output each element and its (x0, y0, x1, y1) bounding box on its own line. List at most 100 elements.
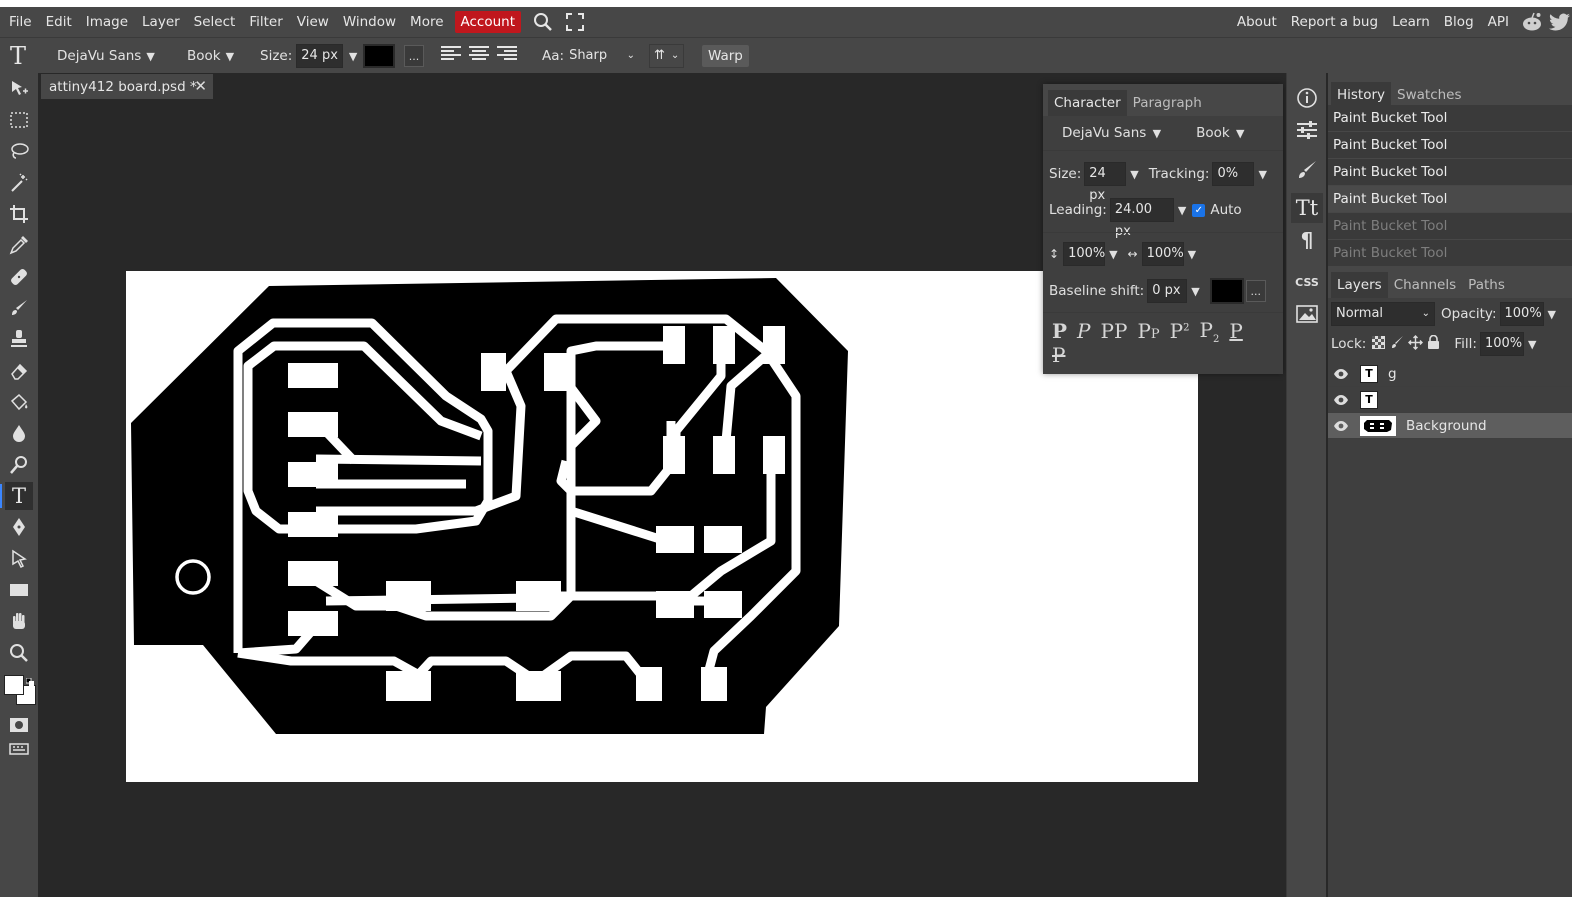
lock-transparency-icon[interactable] (1372, 335, 1386, 353)
more-options-button[interactable]: ... (404, 45, 424, 67)
horizontal-scale-input[interactable]: 100% (1141, 242, 1184, 266)
twitter-icon[interactable] (1548, 10, 1572, 34)
menu-file[interactable]: File (0, 7, 39, 37)
baseline-shift-input[interactable]: 0 px (1147, 279, 1188, 303)
layer-row-selected[interactable]: Background (1328, 413, 1572, 439)
chevron-down-icon[interactable]: ▼ (1528, 338, 1536, 351)
color-swatches[interactable] (3, 673, 37, 709)
tab-paragraph[interactable]: Paragraph (1127, 90, 1208, 116)
chevron-down-icon[interactable]: ▼ (1188, 248, 1196, 261)
eye-icon[interactable] (1328, 420, 1354, 432)
eraser-tool[interactable] (5, 357, 33, 385)
all-caps-icon[interactable]: PP (1101, 319, 1128, 343)
history-item[interactable]: Paint Bucket Tool (1328, 132, 1572, 159)
warp-button[interactable]: Warp (702, 45, 749, 67)
account-button[interactable]: Account (454, 11, 522, 33)
swap-colors-icon[interactable] (25, 675, 34, 686)
auto-leading-checkbox[interactable]: ✓ (1192, 203, 1206, 217)
search-icon[interactable] (531, 10, 555, 34)
chevron-down-icon[interactable]: ▼ (1191, 285, 1199, 298)
marquee-tool[interactable] (5, 106, 33, 134)
paint-bucket-tool[interactable] (5, 388, 33, 416)
align-right-icon[interactable] (497, 45, 517, 67)
path-select-tool[interactable] (5, 545, 33, 573)
magic-wand-tool[interactable] (5, 169, 33, 197)
pen-tool[interactable] (5, 513, 33, 541)
blend-mode-select[interactable]: Normal ⌄ (1331, 302, 1435, 326)
blur-tool[interactable] (5, 419, 33, 447)
keyboard-tool[interactable] (5, 735, 33, 763)
tab-layers[interactable]: Layers (1331, 272, 1388, 298)
paragraph-panel-button[interactable]: ¶ (1291, 225, 1323, 255)
history-item[interactable]: Paint Bucket Tool (1328, 159, 1572, 186)
foreground-color-swatch[interactable] (4, 675, 24, 695)
chevron-down-icon[interactable]: ▼ (349, 50, 357, 63)
zoom-tool[interactable] (5, 639, 33, 667)
strikethrough-icon[interactable]: P (1052, 343, 1065, 367)
character-panel-button[interactable]: Tt (1291, 193, 1323, 223)
stamp-tool[interactable] (5, 325, 33, 353)
fill-input[interactable]: 100% (1479, 332, 1524, 356)
canvas[interactable] (126, 271, 1198, 782)
vertical-scale-input[interactable]: 100% (1063, 242, 1105, 266)
hand-tool[interactable] (5, 607, 33, 635)
layer-row[interactable]: T (1328, 387, 1572, 413)
history-item[interactable]: Paint Bucket Tool (1328, 240, 1572, 267)
close-icon[interactable]: ✕ (194, 77, 207, 95)
char-font-family-select[interactable]: DejaVu Sans ▼ (1062, 125, 1161, 141)
dodge-tool[interactable] (5, 451, 33, 479)
api-link[interactable]: API (1481, 7, 1516, 37)
shape-tool[interactable] (5, 576, 33, 604)
healing-tool[interactable] (5, 263, 33, 291)
align-left-icon[interactable] (441, 45, 461, 67)
text-color-swatch[interactable] (363, 44, 395, 68)
leading-input[interactable]: 24.00 px (1109, 198, 1174, 239)
underline-icon[interactable]: P (1229, 319, 1242, 343)
tab-character[interactable]: Character (1048, 90, 1127, 116)
eyedropper-tool[interactable] (5, 231, 33, 259)
crop-tool[interactable] (5, 200, 33, 228)
history-item[interactable]: Paint Bucket Tool (1328, 213, 1572, 240)
menu-filter[interactable]: Filter (242, 7, 289, 37)
small-caps-icon[interactable]: PP (1137, 319, 1159, 343)
menu-window[interactable]: Window (336, 7, 403, 37)
chevron-down-icon[interactable]: ▼ (1178, 204, 1186, 217)
opacity-input[interactable]: 100% (1499, 302, 1544, 326)
about-link[interactable]: About (1230, 7, 1284, 37)
menu-edit[interactable]: Edit (39, 7, 79, 37)
history-item-current[interactable]: Paint Bucket Tool (1328, 186, 1572, 213)
move-tool[interactable] (5, 75, 33, 103)
faux-italic-icon[interactable]: P (1077, 319, 1090, 343)
tracking-input[interactable]: 0% (1212, 162, 1255, 186)
learn-link[interactable]: Learn (1385, 7, 1437, 37)
brush-tool[interactable] (5, 294, 33, 322)
char-size-input[interactable]: 24 px (1084, 162, 1127, 203)
lasso-tool[interactable] (5, 137, 33, 165)
eye-icon[interactable] (1328, 394, 1354, 406)
image-panel-button[interactable] (1291, 299, 1323, 329)
align-center-icon[interactable] (469, 45, 489, 67)
char-font-style-select[interactable]: Book ▼ (1196, 125, 1244, 141)
subscript-icon[interactable]: P2 (1200, 318, 1220, 345)
history-item[interactable]: Paint Bucket Tool (1328, 105, 1572, 132)
blog-link[interactable]: Blog (1437, 7, 1481, 37)
chevron-down-icon[interactable]: ▼ (1548, 308, 1556, 321)
antialias-select[interactable]: Sharp ⌄ (567, 44, 638, 68)
faux-bold-icon[interactable]: P (1052, 319, 1067, 343)
menu-more[interactable]: More (403, 7, 450, 37)
font-style-select[interactable]: Book ▼ (187, 38, 234, 74)
menu-view[interactable]: View (290, 7, 336, 37)
type-tool[interactable]: T (0, 482, 33, 510)
lock-pixels-icon[interactable] (1390, 335, 1404, 353)
info-panel-button[interactable] (1291, 83, 1323, 113)
lock-position-icon[interactable] (1408, 334, 1424, 354)
css-panel-button[interactable]: CSS (1291, 267, 1323, 297)
fullscreen-icon[interactable] (563, 10, 587, 34)
eye-icon[interactable] (1328, 368, 1354, 380)
char-more-button[interactable]: ... (1245, 280, 1266, 302)
adjustments-panel-button[interactable] (1291, 115, 1323, 145)
chevron-down-icon[interactable]: ▼ (1109, 248, 1117, 261)
brush-settings-button[interactable] (1291, 155, 1323, 185)
reddit-icon[interactable] (1520, 10, 1544, 34)
document-tab[interactable]: attiny412 board.psd * ✕ (41, 74, 213, 99)
